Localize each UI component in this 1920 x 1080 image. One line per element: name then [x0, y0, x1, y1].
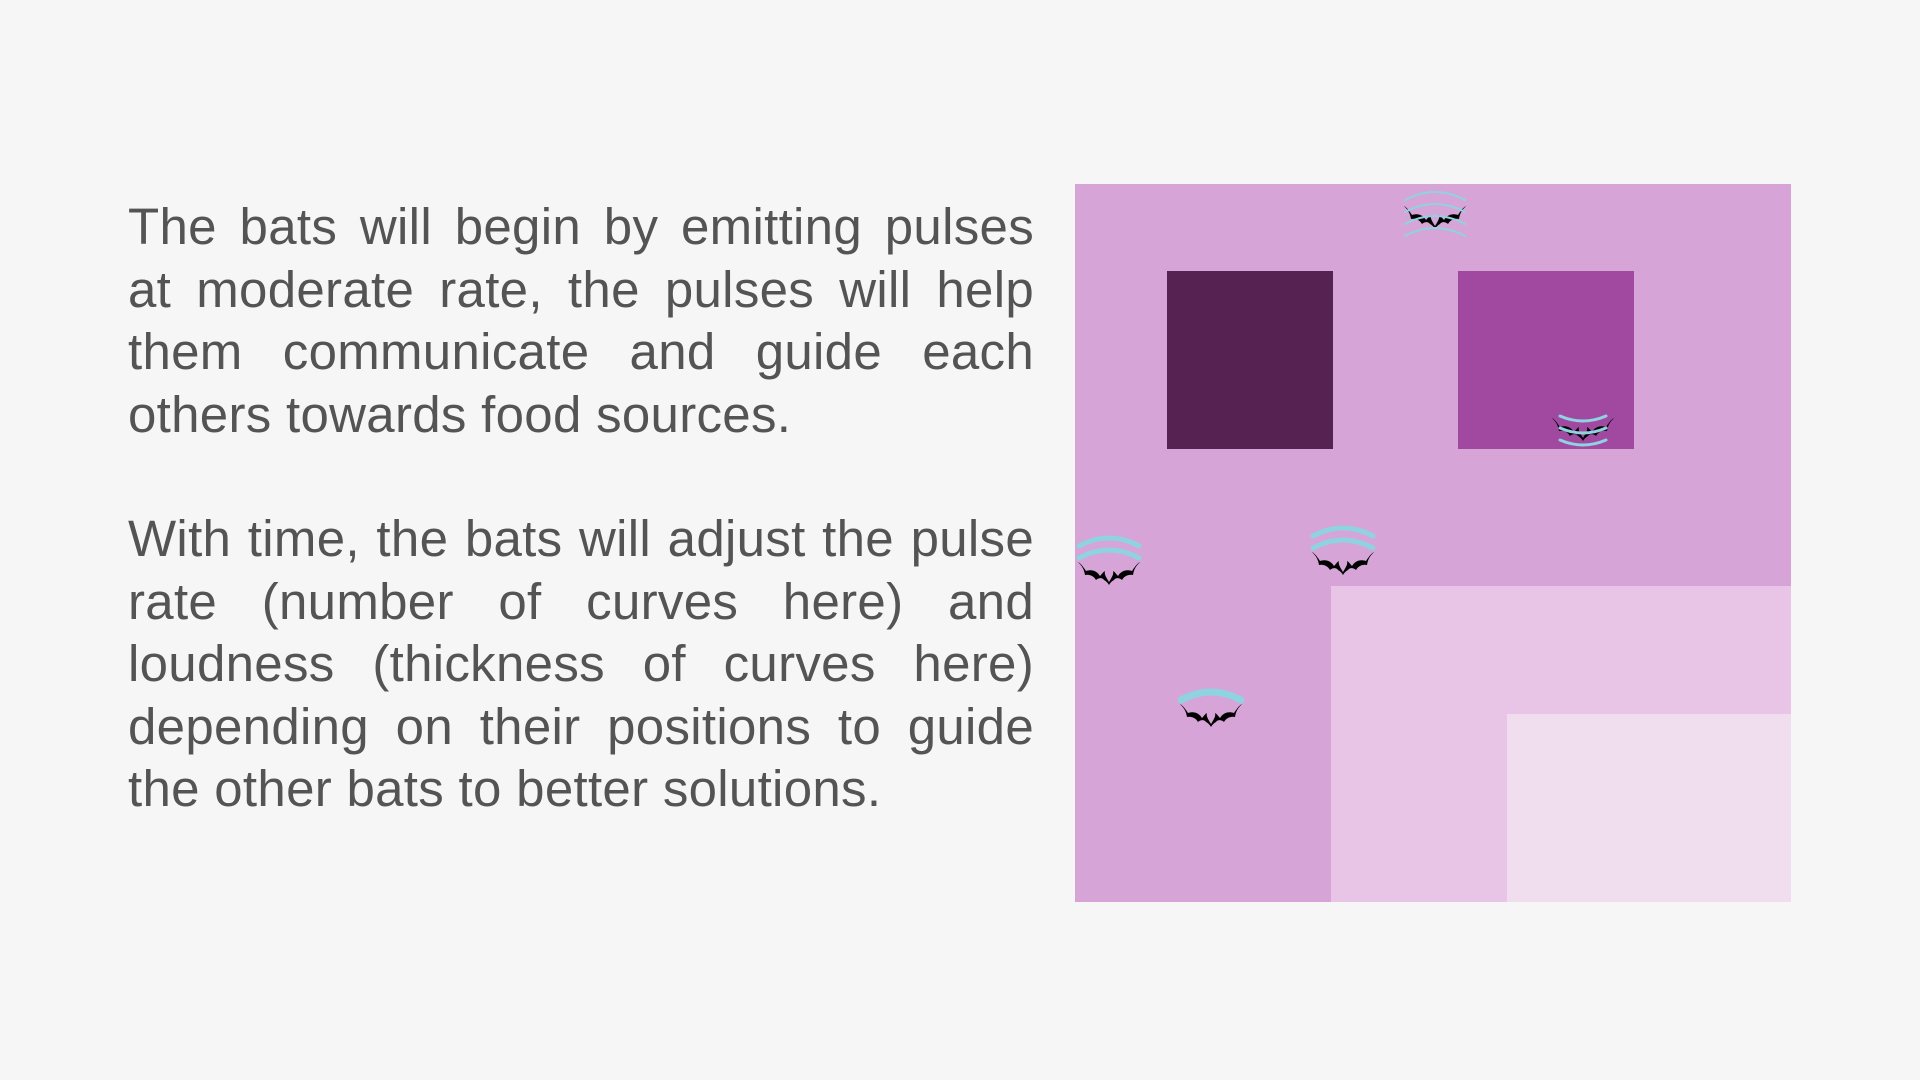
paragraph-initial-pulses: The bats will begin by emitting pulses a…: [128, 198, 1034, 443]
bat-search-diagram: [1075, 184, 1791, 902]
description-text: The bats will begin by emitting pulses a…: [128, 196, 1034, 821]
best-region: [1507, 714, 1791, 902]
paragraph-adjust-pulses: With time, the bats will adjust the puls…: [128, 510, 1034, 817]
dark-square: [1167, 271, 1333, 449]
slide: The bats will begin by emitting pulses a…: [0, 0, 1920, 1080]
medium-square: [1458, 271, 1634, 449]
